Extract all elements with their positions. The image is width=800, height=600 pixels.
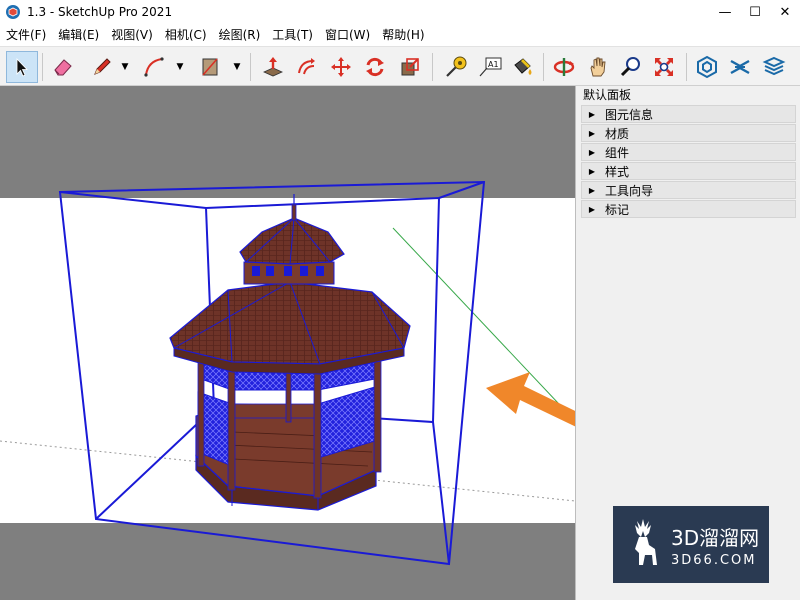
move-tool-button[interactable] bbox=[325, 51, 357, 83]
site-watermark: 3D溜溜网 3D66.COM bbox=[613, 506, 769, 583]
arc-tool-dropdown[interactable]: ▼ bbox=[174, 59, 186, 75]
text-label-icon: A1 bbox=[479, 57, 502, 77]
menu-draw[interactable]: 绘图(R) bbox=[213, 24, 267, 46]
modeling-viewport[interactable] bbox=[0, 86, 575, 600]
tray-item-tags[interactable]: ▶ 标记 bbox=[581, 200, 796, 218]
window-title: 1.3 - SketchUp Pro 2021 bbox=[27, 5, 173, 19]
menu-view[interactable]: 视图(V) bbox=[105, 24, 159, 46]
menu-help[interactable]: 帮助(H) bbox=[376, 24, 430, 46]
toolbar-separator bbox=[686, 53, 687, 81]
expand-arrow-icon: ▶ bbox=[588, 128, 596, 138]
menu-edit[interactable]: 编辑(E) bbox=[52, 24, 105, 46]
line-tool-button[interactable] bbox=[86, 51, 118, 83]
expand-arrow-icon: ▶ bbox=[588, 109, 596, 119]
watermark-brand: 3D溜溜网 bbox=[671, 525, 760, 550]
tray-item-label: 工具向导 bbox=[605, 183, 654, 198]
menu-tools[interactable]: 工具(T) bbox=[266, 24, 319, 46]
zoom-extents-tool-button[interactable] bbox=[648, 51, 680, 83]
rectangle-tool-button[interactable] bbox=[194, 51, 226, 83]
text-tool-button[interactable]: A1 bbox=[474, 51, 506, 83]
tray-item-label: 图元信息 bbox=[605, 107, 654, 122]
toolbar-separator bbox=[543, 53, 544, 81]
pan-tool-button[interactable] bbox=[582, 51, 614, 83]
menu-window[interactable]: 窗口(W) bbox=[319, 24, 376, 46]
offset-icon bbox=[298, 58, 315, 75]
eraser-icon bbox=[54, 59, 72, 76]
tray-item-components[interactable]: ▶ 组件 bbox=[581, 143, 796, 161]
text-tool-label: A1 bbox=[488, 60, 499, 69]
expand-arrow-icon: ▶ bbox=[588, 166, 596, 176]
push-pull-icon bbox=[263, 57, 283, 77]
tray-item-label: 组件 bbox=[605, 145, 630, 160]
menu-bar: 文件(F) 编辑(E) 视图(V) 相机(C) 绘图(R) 工具(T) 窗口(W… bbox=[0, 24, 800, 46]
menu-camera[interactable]: 相机(C) bbox=[159, 24, 213, 46]
paint-bucket-tool-button[interactable] bbox=[507, 51, 539, 83]
watermark-site: 3D66.COM bbox=[671, 552, 757, 568]
line-tool-dropdown[interactable]: ▼ bbox=[119, 59, 131, 75]
warehouse-icon bbox=[697, 55, 717, 79]
scale-icon bbox=[401, 58, 419, 76]
sketchup-window: 1.3 - SketchUp Pro 2021 — ☐ ✕ 文件(F) 编辑(E… bbox=[0, 0, 800, 600]
rectangle-icon bbox=[202, 58, 218, 76]
deer-logo-icon bbox=[635, 518, 657, 565]
zoom-extents-icon bbox=[655, 58, 673, 76]
tray-item-label: 样式 bbox=[605, 164, 630, 179]
select-arrow-icon bbox=[16, 58, 28, 77]
offset-tool-button[interactable] bbox=[291, 51, 323, 83]
pencil-line-icon bbox=[94, 58, 111, 75]
tray-item-materials[interactable]: ▶ 材质 bbox=[581, 124, 796, 142]
zoom-icon bbox=[620, 57, 640, 77]
tray-item-entity-info[interactable]: ▶ 图元信息 bbox=[581, 105, 796, 123]
expand-arrow-icon: ▶ bbox=[588, 147, 596, 157]
scene-canvas[interactable] bbox=[0, 86, 575, 600]
rotate-icon bbox=[366, 57, 384, 77]
sketchup-app-icon bbox=[5, 4, 21, 20]
orbit-tool-button[interactable] bbox=[548, 51, 580, 83]
pan-hand-icon bbox=[590, 57, 606, 77]
push-pull-tool-button[interactable] bbox=[257, 51, 289, 83]
toolbar-separator bbox=[42, 53, 43, 81]
rotate-tool-button[interactable] bbox=[359, 51, 391, 83]
expand-arrow-icon: ▶ bbox=[588, 204, 596, 214]
tray-title: 默认面板 bbox=[576, 86, 800, 104]
maximize-button[interactable]: ☐ bbox=[740, 0, 770, 24]
paint-bucket-icon bbox=[514, 58, 532, 75]
tape-measure-icon bbox=[446, 56, 467, 77]
main-toolbar: ▼ ▼ ▼ A1 bbox=[0, 46, 800, 86]
eraser-tool-button[interactable] bbox=[47, 51, 79, 83]
tray-item-label: 标记 bbox=[605, 202, 630, 217]
tray-item-styles[interactable]: ▶ 样式 bbox=[581, 162, 796, 180]
layout-stack-button[interactable] bbox=[758, 51, 790, 83]
move-icon bbox=[331, 57, 351, 77]
minimize-button[interactable]: — bbox=[710, 0, 740, 24]
extension-warehouse-button[interactable] bbox=[724, 51, 756, 83]
tray-item-label: 材质 bbox=[605, 126, 630, 141]
title-bar: 1.3 - SketchUp Pro 2021 — ☐ ✕ bbox=[0, 0, 800, 24]
zoom-tool-button[interactable] bbox=[615, 51, 647, 83]
window-controls: — ☐ ✕ bbox=[710, 0, 800, 24]
menu-file[interactable]: 文件(F) bbox=[0, 24, 52, 46]
3d-warehouse-button[interactable] bbox=[691, 51, 723, 83]
layers-stack-icon bbox=[762, 56, 786, 76]
tray-item-instructor[interactable]: ▶ 工具向导 bbox=[581, 181, 796, 199]
rectangle-tool-dropdown[interactable]: ▼ bbox=[231, 59, 243, 75]
scale-tool-button[interactable] bbox=[394, 51, 426, 83]
extension-icon bbox=[730, 59, 750, 75]
arc-icon bbox=[144, 57, 164, 77]
tape-measure-tool-button[interactable] bbox=[440, 51, 472, 83]
arc-tool-button[interactable] bbox=[138, 51, 170, 83]
close-button[interactable]: ✕ bbox=[770, 0, 800, 24]
orbit-icon bbox=[553, 58, 575, 76]
expand-arrow-icon: ▶ bbox=[588, 185, 596, 195]
select-tool-button[interactable] bbox=[6, 51, 38, 83]
toolbar-separator bbox=[250, 53, 251, 81]
toolbar-separator bbox=[432, 53, 433, 81]
